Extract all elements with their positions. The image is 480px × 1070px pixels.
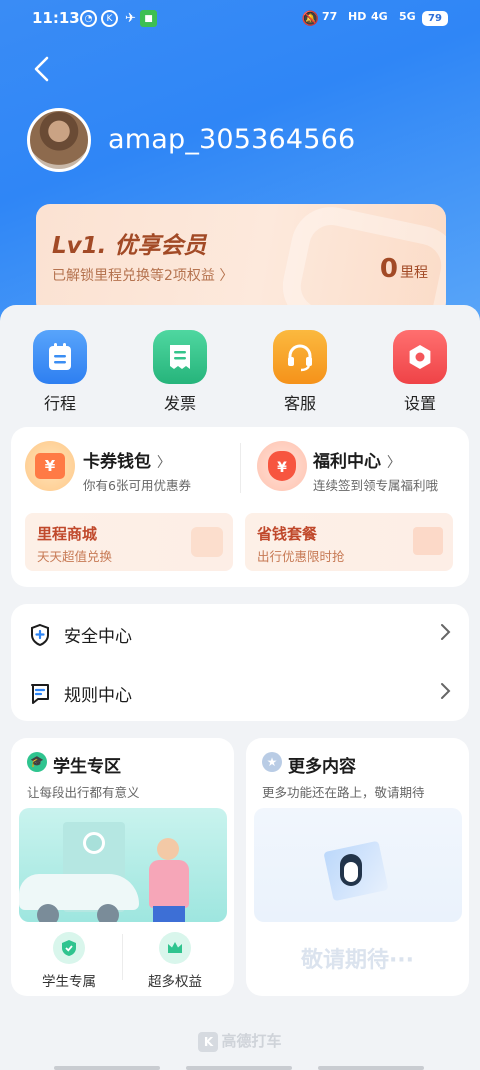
shield-icon bbox=[31, 623, 49, 647]
quick-customer-service-label: 客服 bbox=[283, 394, 316, 413]
back-button[interactable] bbox=[30, 54, 54, 84]
student-body bbox=[149, 860, 189, 908]
nav-indicator bbox=[54, 1066, 160, 1070]
clock-icon bbox=[83, 832, 105, 854]
quick-settings[interactable]: 设置 bbox=[380, 330, 460, 414]
quick-actions: 行程 发票 客服 设置 bbox=[0, 330, 480, 413]
brand-name: 高德打车 bbox=[221, 1032, 282, 1050]
bird-app-icon: ✈ bbox=[125, 11, 136, 26]
points-value: 0 bbox=[379, 254, 398, 284]
nav-indicator bbox=[318, 1066, 424, 1070]
student-benefits[interactable]: 超多权益 bbox=[135, 932, 215, 990]
rules-icon bbox=[31, 684, 49, 704]
menu-card: 安全中心 规则中心 bbox=[11, 604, 469, 721]
menu-security-label: 安全中心 bbox=[64, 627, 132, 647]
menu-rules-center[interactable]: 规则中心 bbox=[11, 663, 469, 721]
shield-check-icon bbox=[53, 932, 85, 964]
footer-brand: K 高德打车 bbox=[0, 1030, 480, 1052]
wallet-entry[interactable]: ¥ 卡券钱包 〉 你有6张可用优惠券 bbox=[25, 441, 235, 501]
student-zone-card[interactable]: 🎓 学生专区 让每段出行都有意义 学生专属 超多权益 bbox=[11, 738, 234, 996]
vip-benefit-link[interactable]: 已解锁里程兑换等2项权益 〉 bbox=[52, 265, 233, 285]
nav-indicator bbox=[186, 1066, 292, 1070]
promo-saving-package-title: 省钱套餐 bbox=[257, 525, 318, 543]
welfare-entry[interactable]: ¥ 福利中心 〉 连续签到领专属福利哦 bbox=[257, 441, 467, 501]
car-wheel bbox=[97, 904, 119, 922]
battery-indicator: 79 bbox=[422, 11, 448, 26]
chevron-right-icon: 〉 bbox=[219, 268, 234, 284]
promo-mileage-mall-subtitle: 天天超值兑换 bbox=[37, 549, 113, 564]
itinerary-icon bbox=[33, 330, 87, 384]
coming-soon-text: 敬请期待··· bbox=[300, 948, 415, 973]
promo-mileage-mall-title: 里程商城 bbox=[37, 525, 98, 543]
menu-security-center[interactable]: 安全中心 bbox=[11, 604, 469, 662]
student-head bbox=[157, 838, 179, 860]
promo-saving-package[interactable]: 省钱套餐 出行优惠限时抢 bbox=[245, 513, 453, 571]
promo-saving-package-subtitle: 出行优惠限时抢 bbox=[257, 549, 345, 564]
username: amap_305364566 bbox=[108, 124, 356, 155]
mute-icon: 🔕 bbox=[301, 10, 320, 27]
status-time: 11:13 bbox=[32, 9, 80, 27]
signal-4g: 4G bbox=[371, 10, 388, 23]
quick-settings-label: 设置 bbox=[403, 394, 436, 413]
chevron-left-icon bbox=[34, 56, 49, 82]
gift-icon bbox=[413, 527, 443, 555]
hd-badge: HD bbox=[348, 10, 367, 23]
quick-invoice-label: 发票 bbox=[163, 394, 196, 413]
wallet-coupon-icon: ¥ bbox=[25, 441, 75, 491]
car-illustration bbox=[19, 874, 139, 910]
quick-customer-service[interactable]: 客服 bbox=[260, 330, 340, 414]
customer-service-icon bbox=[273, 330, 327, 384]
money-bag-icon: ¥ bbox=[257, 441, 307, 491]
k-app-icon: K bbox=[101, 10, 118, 27]
student-banner[interactable] bbox=[19, 808, 227, 922]
wallet-title: 卡券钱包 〉 bbox=[83, 452, 171, 472]
student-legs bbox=[153, 906, 185, 922]
benefits-card: ¥ 卡券钱包 〉 你有6张可用优惠券 ¥ 福利中心 〉 连续签到领专属福利哦 里… bbox=[11, 427, 469, 587]
divider bbox=[240, 443, 241, 493]
vip-card[interactable]: Lv1. 优享会员 已解锁里程兑换等2项权益 〉 0 里程 bbox=[36, 204, 446, 316]
divider bbox=[122, 934, 123, 980]
mileage-points[interactable]: 0 里程 bbox=[380, 254, 428, 284]
student-benefits-label: 超多权益 bbox=[148, 974, 202, 990]
promo-mileage-mall[interactable]: 里程商城 天天超值兑换 bbox=[25, 513, 233, 571]
settings-icon bbox=[393, 330, 447, 384]
chevron-right-icon: 〉 bbox=[156, 455, 171, 471]
student-title: 学生专区 bbox=[53, 757, 121, 777]
student-exclusive-label: 学生专属 bbox=[42, 974, 96, 990]
quick-itinerary[interactable]: 行程 bbox=[20, 330, 100, 414]
green-app-icon: ■ bbox=[140, 10, 157, 27]
more-illustration bbox=[254, 808, 462, 922]
student-subtitle: 让每段出行都有意义 bbox=[27, 785, 140, 800]
quick-invoice[interactable]: 发票 bbox=[140, 330, 220, 414]
app-notification-icon: ◔ bbox=[80, 10, 97, 27]
points-unit: 里程 bbox=[400, 265, 428, 281]
wallet-subtitle: 你有6张可用优惠券 bbox=[83, 478, 191, 493]
student-exclusive[interactable]: 学生专属 bbox=[29, 932, 109, 990]
star-icon: ★ bbox=[262, 752, 282, 772]
signal-77: 77 bbox=[322, 10, 338, 23]
more-title: 更多内容 bbox=[288, 757, 356, 777]
vip-benefit-text: 已解锁里程兑换等2项权益 bbox=[52, 268, 215, 284]
avatar[interactable] bbox=[27, 108, 91, 172]
car-wheel bbox=[37, 904, 59, 922]
chevron-right-icon bbox=[441, 683, 451, 699]
crown-icon bbox=[159, 932, 191, 964]
menu-rules-label: 规则中心 bbox=[64, 686, 132, 706]
shopping-bag-icon bbox=[191, 527, 223, 557]
graduation-cap-icon: 🎓 bbox=[27, 752, 47, 772]
vip-level: Lv1. 优享会员 bbox=[52, 233, 207, 259]
more-subtitle: 更多功能还在路上，敬请期待 bbox=[262, 785, 425, 800]
more-content-card[interactable]: ★ 更多内容 更多功能还在路上，敬请期待 敬请期待··· bbox=[246, 738, 469, 996]
quick-itinerary-label: 行程 bbox=[43, 394, 76, 413]
welfare-subtitle: 连续签到领专属福利哦 bbox=[313, 478, 439, 493]
invoice-icon bbox=[153, 330, 207, 384]
status-bar: 11:13 ◔ K ✈ ■ 🔕 77 HD 4G 5G 79 bbox=[0, 0, 480, 38]
welfare-title: 福利中心 〉 bbox=[313, 452, 401, 472]
signal-5g: 5G bbox=[399, 10, 416, 23]
penguin-belly bbox=[344, 862, 358, 882]
chevron-right-icon bbox=[441, 624, 451, 640]
chevron-right-icon: 〉 bbox=[386, 455, 401, 471]
brand-logo-icon: K bbox=[198, 1031, 219, 1052]
